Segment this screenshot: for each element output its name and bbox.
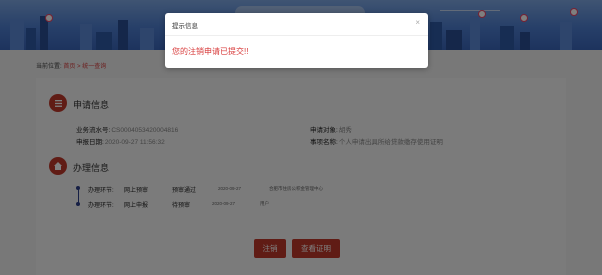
notice-dialog: 提示信息 × 您的注销申请已提交!! <box>165 13 428 68</box>
dialog-message: 您的注销申请已提交!! <box>172 47 249 56</box>
dialog-header: 提示信息 × <box>165 13 428 36</box>
dialog-title: 提示信息 <box>172 23 198 30</box>
close-icon[interactable]: × <box>415 18 420 27</box>
